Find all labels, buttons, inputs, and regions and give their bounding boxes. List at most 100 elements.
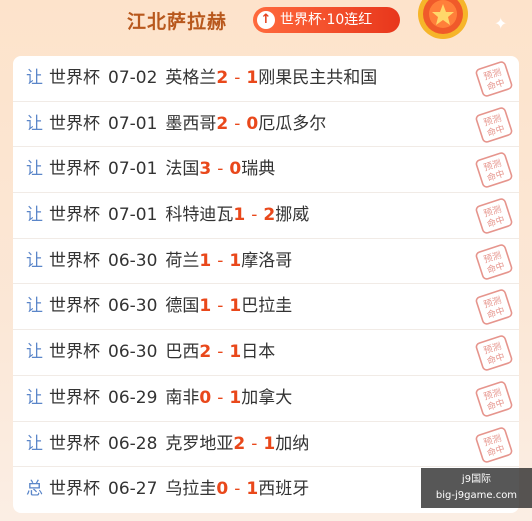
prediction-hit-stamp-icon: 预测命中 [475, 152, 513, 189]
away-score: 1 [229, 296, 242, 317]
match-date: 06-29 [108, 387, 158, 408]
competition: 世界杯 [49, 68, 100, 88]
prediction-hit-stamp-icon: 预测命中 [475, 106, 513, 143]
away-score: 1 [246, 479, 259, 500]
watermark-line2: big-j9game.com [435, 490, 518, 501]
score-dash: - [217, 387, 224, 408]
match-date: 06-27 [108, 479, 158, 500]
home-score: 2 [216, 68, 229, 88]
bet-type: 让 [26, 113, 43, 134]
competition: 世界杯 [49, 113, 100, 134]
away-score: 1 [246, 68, 259, 88]
competition: 世界杯 [49, 205, 100, 226]
home-team: 南非 [165, 387, 200, 408]
bet-type: 让 [26, 250, 43, 271]
home-score: 2 [216, 113, 229, 134]
bet-type: 让 [26, 433, 43, 454]
bet-type: 让 [26, 296, 43, 317]
prediction-hit-stamp-icon: 预测命中 [475, 426, 513, 463]
away-score: 1 [229, 387, 242, 408]
home-team: 科特迪瓦 [165, 205, 234, 226]
score-dash: - [217, 159, 224, 180]
list-item[interactable]: 让世界杯 06-28 克罗地亚2-1加纳 预测 命中 [13, 422, 519, 468]
score-dash: - [217, 296, 224, 317]
home-team: 英格兰 [165, 68, 217, 88]
away-score: 1 [263, 433, 276, 454]
score-dash: - [234, 479, 241, 500]
prediction-hit-stamp-icon: 预测命中 [475, 198, 513, 234]
watermark-line1: j9国际 [461, 474, 492, 485]
competition: 世界杯 [49, 479, 100, 500]
score-dash: - [234, 68, 241, 88]
list-item[interactable]: 让世界杯 07-02 英格兰2-1刚果民主共和国 预测 命中 [13, 56, 519, 102]
sparkle-icon: ✦ [494, 14, 508, 33]
arrow-up-icon: ↑ [257, 11, 275, 29]
prediction-hit-stamp-icon: 预测命中 [475, 61, 513, 97]
home-team: 德国 [165, 296, 200, 317]
home-score: 0 [199, 387, 212, 408]
away-team: 厄瓜多尔 [258, 113, 327, 134]
away-score: 0 [246, 113, 259, 134]
home-score: 2 [199, 342, 212, 363]
prediction-hit-stamp-icon: 预测命中 [475, 289, 513, 326]
score-dash: - [251, 205, 258, 226]
home-team: 巴西 [165, 342, 200, 363]
competition: 世界杯 [49, 250, 100, 271]
watermark: j9国际 big-j9game.com [421, 468, 532, 508]
competition: 世界杯 [49, 159, 100, 180]
score-dash: - [217, 250, 224, 271]
score-dash: - [234, 113, 241, 134]
away-team: 日本 [241, 342, 276, 363]
list-item[interactable]: 让世界杯 06-29 南非0-1加拿大 预测 命中 [13, 376, 519, 422]
streak-label: 世界杯·10连红 [280, 12, 373, 28]
away-team: 西班牙 [258, 479, 310, 500]
away-team: 摩洛哥 [241, 250, 293, 271]
competition: 世界杯 [49, 433, 100, 454]
home-team: 墨西哥 [165, 113, 217, 134]
home-team: 克罗地亚 [165, 433, 234, 454]
match-date: 07-01 [108, 205, 158, 226]
list-item[interactable]: 让世界杯 07-01 墨西哥2-0厄瓜多尔 预测 命中 [13, 102, 519, 148]
match-date: 06-28 [108, 433, 158, 454]
prediction-list: 让世界杯 07-02 英格兰2-1刚果民主共和国 预测 命中 让世界杯 07-01 墨西哥… [13, 56, 519, 513]
bet-type: 让 [26, 205, 43, 226]
home-score: 1 [199, 250, 212, 271]
list-item[interactable]: 让世界杯 06-30 荷兰1-1摩洛哥 预测 命中 [13, 239, 519, 285]
home-score: 2 [233, 433, 246, 454]
match-date: 07-01 [108, 159, 158, 180]
prediction-hit-stamp-icon: 预测命中 [475, 381, 513, 417]
match-date: 07-01 [108, 113, 158, 134]
expert-name[interactable]: 江北萨拉赫 [127, 7, 227, 34]
bet-type: 让 [26, 342, 43, 363]
prediction-hit-stamp-icon: 预测命中 [475, 335, 513, 371]
medal-icon [418, 0, 468, 39]
list-item[interactable]: 让世界杯 07-01 科特迪瓦1-2挪威 预测 命中 [13, 193, 519, 239]
home-team: 乌拉圭 [165, 479, 217, 500]
score-dash: - [251, 433, 258, 454]
list-item[interactable]: 让世界杯 07-01 法国3-0瑞典 预测 命中 [13, 147, 519, 194]
list-item[interactable]: 让世界杯 06-30 德国1-1巴拉圭 预测 命中 [13, 284, 519, 331]
away-score: 1 [229, 342, 242, 363]
home-score: 1 [233, 205, 246, 226]
match-date: 06-30 [108, 342, 158, 363]
match-date: 06-30 [108, 250, 158, 271]
list-item[interactable]: 让世界杯 06-30 巴西2-1日本 预测 命中 [13, 330, 519, 376]
header: 江北萨拉赫 ↑ 世界杯·10连红 ✦ [0, 0, 532, 46]
home-team: 荷兰 [165, 250, 200, 271]
competition: 世界杯 [49, 387, 100, 408]
match-date: 06-30 [108, 296, 158, 317]
competition: 世界杯 [49, 296, 100, 317]
home-score: 0 [216, 479, 229, 500]
away-score: 0 [229, 159, 242, 180]
prediction-hit-stamp-icon: 预测命中 [475, 244, 513, 280]
bet-type: 让 [26, 68, 43, 88]
bet-type: 让 [26, 159, 43, 180]
away-team: 加拿大 [241, 387, 293, 408]
home-score: 3 [199, 159, 212, 180]
competition: 世界杯 [49, 342, 100, 363]
away-team: 瑞典 [241, 159, 276, 180]
away-team: 加纳 [275, 433, 310, 454]
bet-type: 让 [26, 387, 43, 408]
score-dash: - [217, 342, 224, 363]
away-score: 2 [263, 205, 276, 226]
